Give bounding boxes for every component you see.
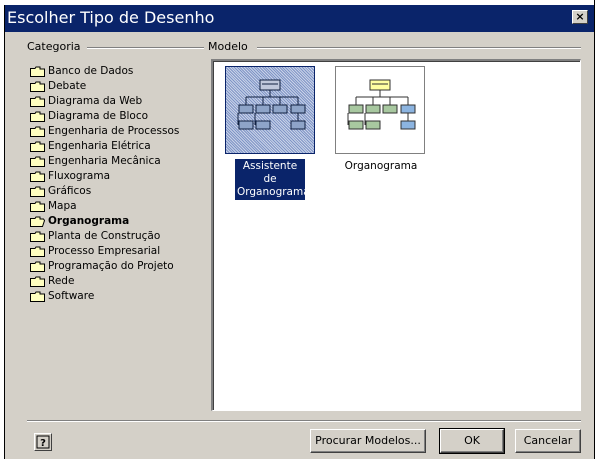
category-item[interactable]: Engenharia de Processos bbox=[30, 124, 210, 139]
desktop-right-edge bbox=[594, 0, 610, 459]
model-label-org-chart[interactable]: Organograma bbox=[339, 159, 423, 174]
model-label-org-chart-line1: Organograma bbox=[344, 160, 418, 172]
browse-templates-button[interactable]: Procurar Modelos... bbox=[310, 429, 426, 453]
category-item-label: Programação do Projeto bbox=[48, 260, 174, 272]
category-item[interactable]: Gráficos bbox=[30, 184, 210, 199]
category-item[interactable]: Fluxograma bbox=[30, 169, 210, 184]
help-icon: ? bbox=[36, 435, 50, 449]
category-item[interactable]: Programação do Projeto bbox=[30, 259, 210, 274]
category-item-label: Organograma bbox=[48, 215, 130, 227]
category-item[interactable]: Engenharia Elétrica bbox=[30, 139, 210, 154]
folder-icon bbox=[30, 156, 45, 167]
folder-icon bbox=[30, 276, 45, 287]
category-item[interactable]: Software bbox=[30, 289, 210, 304]
category-item[interactable]: Processo Empresarial bbox=[30, 244, 210, 259]
category-item-label: Engenharia Elétrica bbox=[48, 140, 151, 152]
category-item[interactable]: Banco de Dados bbox=[30, 64, 210, 79]
category-item-label: Engenharia Mecânica bbox=[48, 155, 161, 167]
category-item-label: Banco de Dados bbox=[48, 65, 134, 77]
folder-icon bbox=[30, 216, 45, 227]
desktop-right-border bbox=[594, 0, 595, 459]
category-item[interactable]: Diagrama da Web bbox=[30, 94, 210, 109]
model-thumb-org-wizard[interactable] bbox=[225, 66, 315, 154]
model-group-label: Modelo bbox=[206, 40, 250, 53]
model-label-org-wizard-line2: Organograma bbox=[237, 186, 310, 198]
category-item-label: Engenharia de Processos bbox=[48, 125, 180, 137]
cancel-button[interactable]: Cancelar bbox=[515, 429, 581, 453]
category-group-label: Categoria bbox=[25, 40, 83, 53]
folder-icon bbox=[30, 186, 45, 197]
category-list[interactable]: Banco de Dados Debate Diagrama da Web Diagr… bbox=[30, 64, 210, 304]
folder-icon bbox=[30, 96, 45, 107]
help-button[interactable]: ? bbox=[34, 433, 52, 451]
model-panel[interactable]: Assistente de Organograma Organograma bbox=[211, 59, 581, 411]
dialog-title: Escolher Tipo de Desenho bbox=[7, 8, 215, 27]
model-label-org-wizard[interactable]: Assistente de Organograma bbox=[235, 159, 310, 200]
folder-icon bbox=[30, 171, 45, 182]
folder-icon bbox=[30, 141, 45, 152]
model-label-org-wizard-line1: Assistente de bbox=[242, 160, 298, 185]
category-item-label: Fluxograma bbox=[48, 170, 111, 182]
category-item[interactable]: Debate bbox=[30, 79, 210, 94]
folder-icon bbox=[30, 246, 45, 257]
close-icon: × bbox=[575, 10, 585, 23]
category-item-label: Diagrama de Bloco bbox=[48, 110, 149, 122]
category-group-line bbox=[87, 47, 204, 49]
folder-icon bbox=[30, 66, 45, 77]
category-item[interactable]: Organograma bbox=[30, 214, 210, 229]
category-item-label: Gráficos bbox=[48, 185, 92, 197]
folder-icon bbox=[30, 201, 45, 212]
org-chart-wizard-icon bbox=[237, 79, 306, 130]
folder-icon bbox=[30, 261, 45, 272]
category-item[interactable]: Engenharia Mecânica bbox=[30, 154, 210, 169]
org-chart-icon bbox=[347, 79, 416, 130]
category-item-label: Rede bbox=[48, 275, 75, 287]
category-item-label: Software bbox=[48, 290, 95, 302]
folder-icon bbox=[30, 231, 45, 242]
category-item[interactable]: Diagrama de Bloco bbox=[30, 109, 210, 124]
svg-text:?: ? bbox=[40, 438, 46, 449]
folder-icon bbox=[30, 81, 45, 92]
title-bar[interactable]: Escolher Tipo de Desenho × bbox=[5, 5, 594, 32]
category-item[interactable]: Rede bbox=[30, 274, 210, 289]
category-item[interactable]: Planta de Construção bbox=[30, 229, 210, 244]
bottom-separator bbox=[27, 420, 581, 422]
category-item[interactable]: Mapa bbox=[30, 199, 210, 214]
ok-button[interactable]: OK bbox=[439, 428, 505, 454]
category-item-label: Debate bbox=[48, 80, 87, 92]
folder-icon bbox=[30, 111, 45, 122]
category-item-label: Mapa bbox=[48, 200, 77, 212]
category-item-label: Diagrama da Web bbox=[48, 95, 143, 107]
folder-icon bbox=[30, 291, 45, 302]
choose-drawing-type-dialog: Escolher Tipo de Desenho × Categoria Mod… bbox=[4, 5, 594, 459]
folder-icon bbox=[30, 126, 45, 137]
close-button[interactable]: × bbox=[572, 10, 588, 24]
category-item-label: Planta de Construção bbox=[48, 230, 161, 242]
category-item-label: Processo Empresarial bbox=[48, 245, 161, 257]
model-group-line bbox=[257, 47, 581, 49]
model-thumb-org-chart[interactable] bbox=[335, 66, 425, 154]
